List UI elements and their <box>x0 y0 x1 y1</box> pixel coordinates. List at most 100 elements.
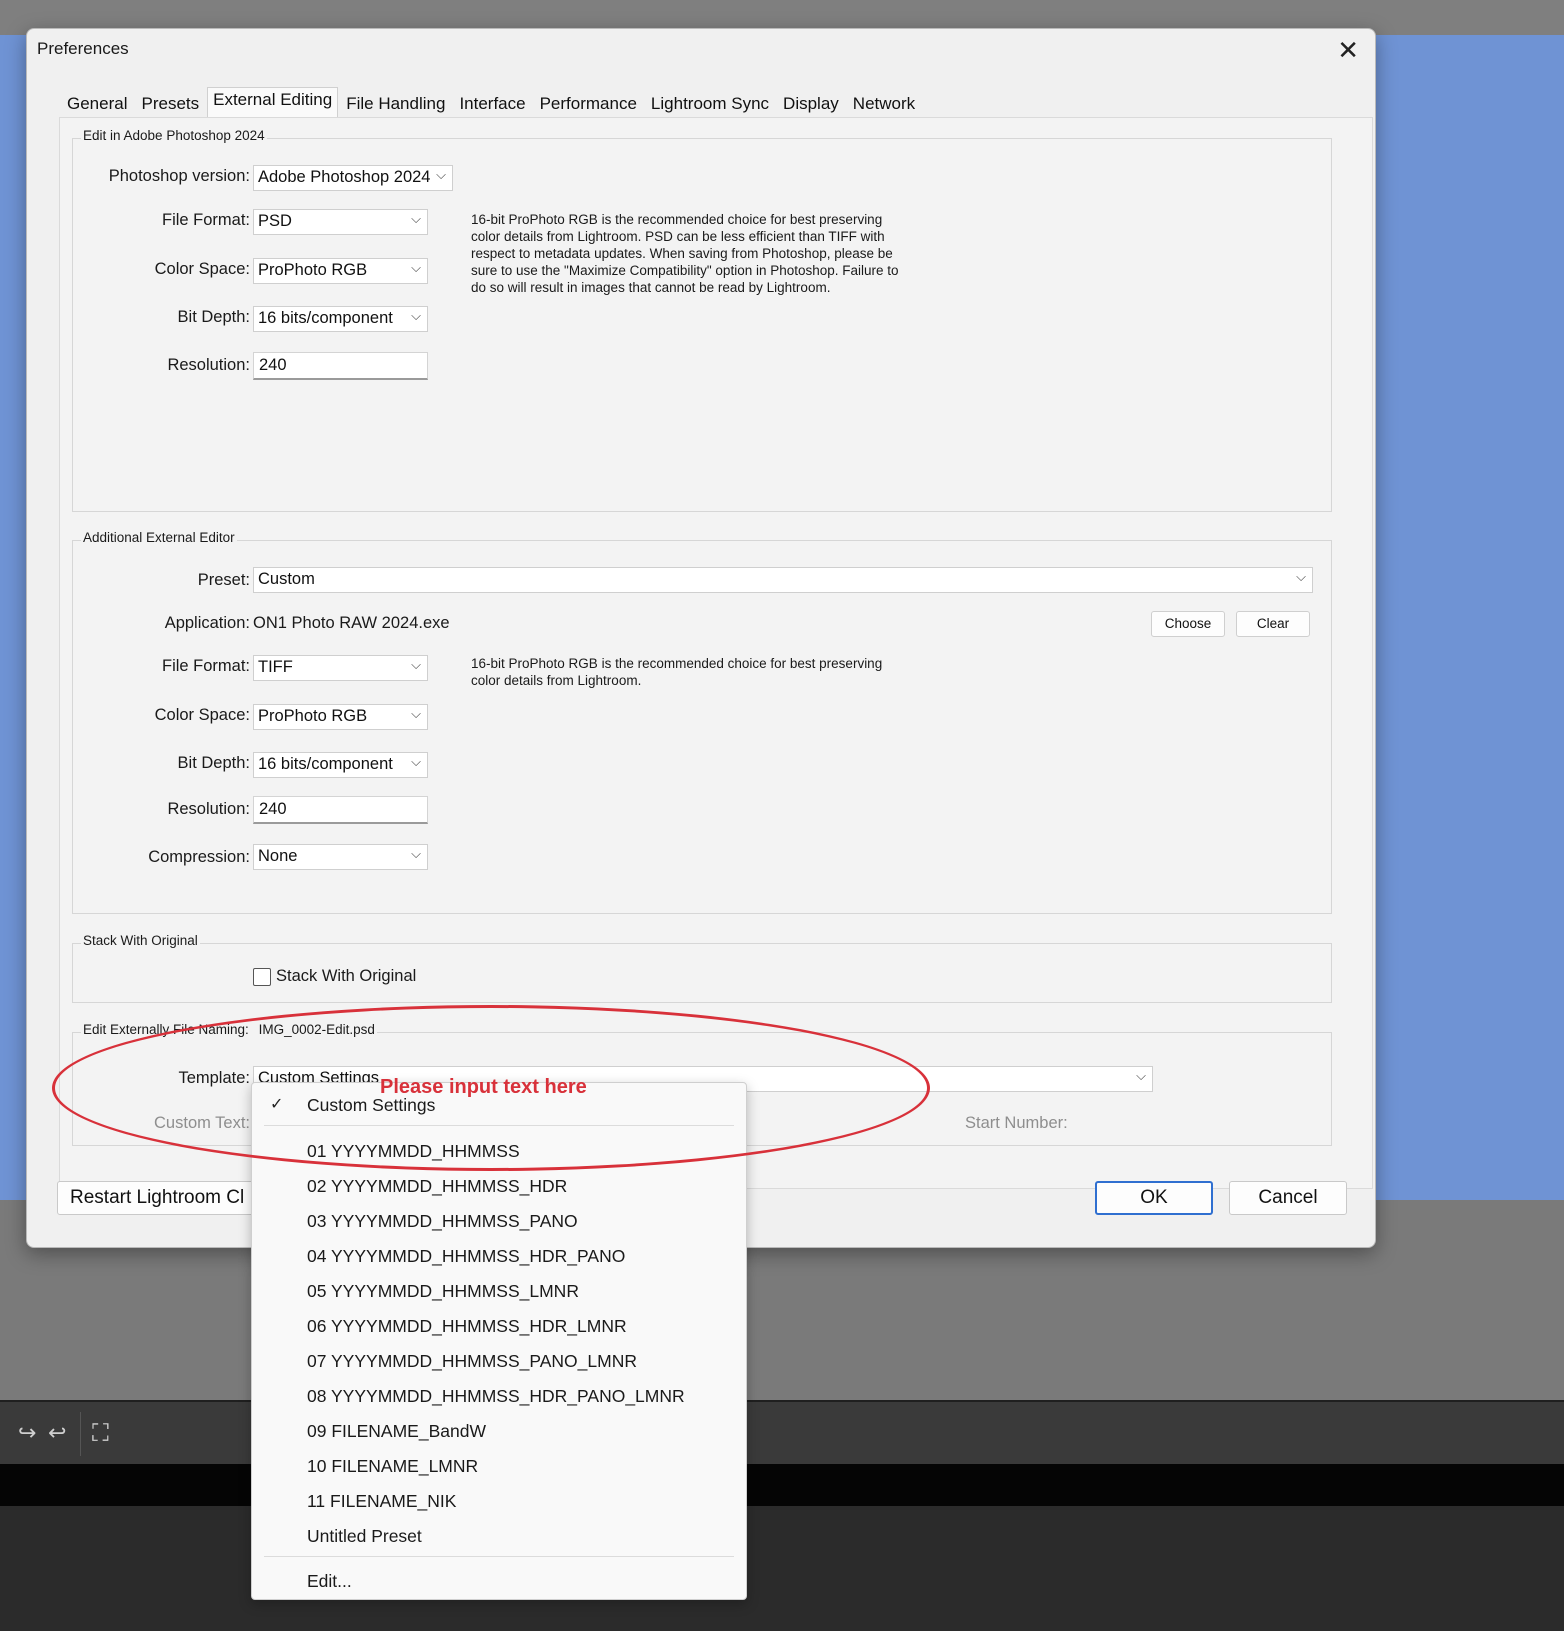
menu-separator <box>264 1125 734 1126</box>
menu-item[interactable]: 01 YYYYMMDD_HHMMSS <box>307 1141 520 1162</box>
menu-item[interactable]: 11 FILENAME_NIK <box>307 1491 456 1512</box>
tab-performance[interactable]: Performance <box>534 89 643 117</box>
tab-interface[interactable]: Interface <box>453 89 531 117</box>
photoshop-group: Edit in Adobe Photoshop 2024 Photoshop v… <box>72 128 1332 512</box>
ae-file-format-value: TIFF <box>258 658 293 676</box>
ps-help-note: 16-bit ProPhoto RGB is the recommended c… <box>471 212 899 295</box>
ae-bit-depth-label: Bit Depth: <box>177 754 250 772</box>
ps-color-space-label: Color Space: <box>154 260 250 278</box>
application-label: Application: <box>164 614 250 632</box>
menu-item[interactable]: 06 YYYYMMDD_HHMMSS_HDR_LMNR <box>307 1316 627 1337</box>
chevron-down-icon: ⌵ <box>436 167 446 182</box>
additional-editor-group: Additional External Editor Preset: Custo… <box>72 530 1332 914</box>
chevron-down-icon: ⌵ <box>411 657 421 672</box>
ae-resolution-label: Resolution: <box>167 800 250 818</box>
menu-item[interactable]: 07 YYYYMMDD_HHMMSS_PANO_LMNR <box>307 1351 637 1372</box>
tab-presets[interactable]: Presets <box>135 89 205 117</box>
tab-network[interactable]: Network <box>847 89 921 117</box>
photoshop-version-label: Photoshop version: <box>108 167 250 185</box>
compression-label: Compression: <box>148 848 250 866</box>
ps-color-space-value: ProPhoto RGB <box>258 261 368 279</box>
ps-file-format-select[interactable]: PSD ⌵ <box>253 209 428 235</box>
ae-color-space-value: ProPhoto RGB <box>258 707 368 725</box>
tab-bar: General Presets External Editing File Ha… <box>61 87 923 117</box>
photoshop-version-select[interactable]: Adobe Photoshop 2024 ⌵ <box>253 165 453 191</box>
filmstrip-area <box>0 1506 1564 1631</box>
ps-bit-depth-label: Bit Depth: <box>177 308 250 326</box>
photoshop-version-value: Adobe Photoshop 2024 <box>258 168 431 186</box>
custom-text-label: Custom Text: <box>154 1114 250 1132</box>
stack-group-title: Stack With Original <box>81 933 200 948</box>
chevron-down-icon: ⌵ <box>411 846 421 861</box>
ps-file-format-value: PSD <box>258 212 292 230</box>
chevron-down-icon: ⌵ <box>1296 569 1306 584</box>
ae-color-space-select[interactable]: ProPhoto RGB ⌵ <box>253 704 428 730</box>
compression-select[interactable]: None ⌵ <box>253 844 428 870</box>
menu-item[interactable]: 05 YYYYMMDD_HHMMSS_LMNR <box>307 1281 579 1302</box>
chevron-down-icon: ⌵ <box>411 260 421 275</box>
chevron-down-icon: ⌵ <box>411 754 421 769</box>
ps-bit-depth-select[interactable]: 16 bits/component ⌵ <box>253 306 428 332</box>
template-label: Template: <box>178 1069 250 1087</box>
chevron-down-icon: ⌵ <box>411 308 421 323</box>
tab-lightroom-sync[interactable]: Lightroom Sync <box>645 89 775 117</box>
chevron-down-icon: ⌵ <box>1136 1068 1146 1083</box>
rotate-right-icon[interactable]: ↩ <box>48 1420 66 1446</box>
clear-button[interactable]: Clear <box>1236 611 1310 637</box>
start-number-label: Start Number: <box>965 1114 1068 1132</box>
ps-resolution-label: Resolution: <box>167 356 250 374</box>
photoshop-group-title: Edit in Adobe Photoshop 2024 <box>81 128 267 143</box>
compression-value: None <box>258 847 298 865</box>
template-dropdown-menu: ✓ Custom Settings 01 YYYYMMDD_HHMMSS 02 … <box>251 1082 747 1600</box>
menu-item[interactable]: 04 YYYYMMDD_HHMMSS_HDR_PANO <box>307 1246 625 1267</box>
annotation-text: Please input text here <box>380 1076 587 1098</box>
additional-group-title: Additional External Editor <box>81 530 237 545</box>
menu-item[interactable]: Untitled Preset <box>307 1526 422 1547</box>
tab-external-editing[interactable]: External Editing <box>207 87 339 117</box>
bottom-toolbar <box>0 1400 1564 1466</box>
ae-bit-depth-select[interactable]: 16 bits/component ⌵ <box>253 752 428 778</box>
choose-button[interactable]: Choose <box>1151 611 1225 637</box>
menu-item[interactable]: 08 YYYYMMDD_HHMMSS_HDR_PANO_LMNR <box>307 1386 685 1407</box>
crop-overlay-icon[interactable]: ⛶ <box>92 1420 109 1448</box>
checkmark-icon: ✓ <box>270 1096 284 1113</box>
stack-group: Stack With Original Stack With Original <box>72 933 1332 1003</box>
cancel-button[interactable]: Cancel <box>1229 1181 1347 1215</box>
rotate-left-icon[interactable]: ↪ <box>18 1420 36 1446</box>
ae-help-note: 16-bit ProPhoto RGB is the recommended c… <box>471 656 883 688</box>
preferences-dialog: Preferences ✕ General Presets External E… <box>26 28 1376 1248</box>
ps-file-format-label: File Format: <box>161 211 250 229</box>
chevron-down-icon: ⌵ <box>411 706 421 721</box>
ps-bit-depth-value: 16 bits/component <box>258 309 393 327</box>
menu-item[interactable]: 09 FILENAME_BandW <box>307 1421 486 1442</box>
preset-value: Custom <box>258 570 315 588</box>
ok-button[interactable]: OK <box>1095 1181 1213 1215</box>
application-value: ON1 Photo RAW 2024.exe <box>253 614 450 632</box>
file-naming-group-title: Edit Externally File Naming: IMG_0002-Ed… <box>81 1022 377 1037</box>
menu-item[interactable]: 10 FILENAME_LMNR <box>307 1456 478 1477</box>
preset-select[interactable]: Custom ⌵ <box>253 567 1313 593</box>
ae-resolution-input[interactable]: 240 <box>253 796 428 824</box>
tab-display[interactable]: Display <box>777 89 845 117</box>
ae-file-format-select[interactable]: TIFF ⌵ <box>253 655 428 681</box>
stack-checkbox-label[interactable]: Stack With Original <box>276 967 416 986</box>
toolbar-divider <box>80 1412 81 1456</box>
file-naming-example: IMG_0002-Edit.psd <box>258 1022 375 1037</box>
tab-panel: Edit in Adobe Photoshop 2024 Photoshop v… <box>59 117 1373 1189</box>
menu-item[interactable]: 03 YYYYMMDD_HHMMSS_PANO <box>307 1211 578 1232</box>
ps-color-space-select[interactable]: ProPhoto RGB ⌵ <box>253 258 428 284</box>
ps-resolution-input[interactable]: 240 <box>253 352 428 380</box>
close-icon[interactable]: ✕ <box>1337 35 1359 66</box>
tab-file-handling[interactable]: File Handling <box>340 89 451 117</box>
menu-separator <box>264 1556 734 1557</box>
ae-file-format-label: File Format: <box>161 657 250 675</box>
ae-bit-depth-value: 16 bits/component <box>258 755 393 773</box>
chevron-down-icon: ⌵ <box>411 211 421 226</box>
ae-color-space-label: Color Space: <box>154 706 250 724</box>
menu-item[interactable]: 02 YYYYMMDD_HHMMSS_HDR <box>307 1176 567 1197</box>
menu-item-edit[interactable]: Edit... <box>307 1571 352 1592</box>
tab-general[interactable]: General <box>61 89 133 117</box>
file-naming-title: Edit Externally File Naming: <box>83 1022 249 1037</box>
filmstrip-bar <box>0 1464 1564 1506</box>
stack-checkbox[interactable] <box>253 968 271 986</box>
